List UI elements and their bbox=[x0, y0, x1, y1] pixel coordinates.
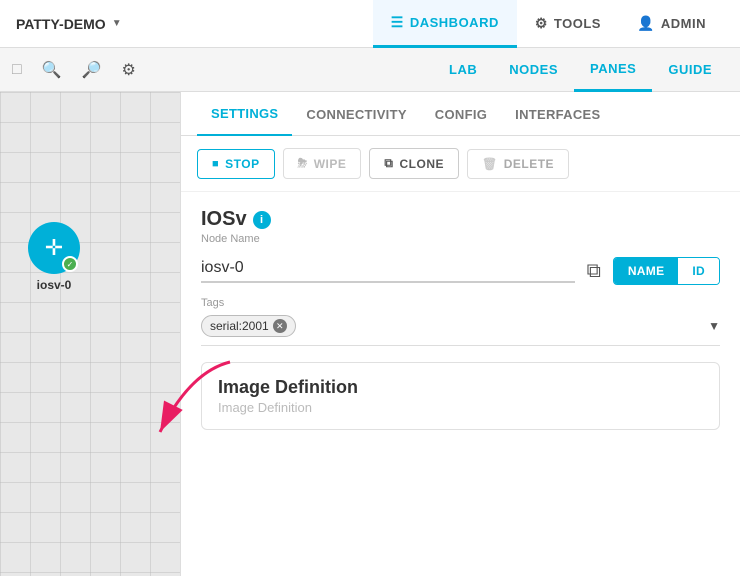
dashboard-icon: ☰ bbox=[391, 14, 404, 31]
nav-dashboard-label: DASHBOARD bbox=[410, 15, 499, 30]
nav-tools[interactable]: ⚙ TOOLS bbox=[517, 0, 619, 48]
image-def-section: Image Definition Image Definition bbox=[201, 362, 720, 430]
node-status-badge bbox=[62, 256, 78, 272]
brand-label: PATTY-DEMO bbox=[16, 16, 106, 32]
node-container: ✛ iosv-0 bbox=[28, 222, 80, 292]
node-name-label: Node Name bbox=[201, 233, 720, 245]
zoom-in-icon[interactable]: 🔎 bbox=[82, 60, 102, 80]
panel: SETTINGS CONNECTIVITY CONFIG INTERFACES … bbox=[180, 92, 740, 576]
brand[interactable]: PATTY-DEMO ▼ bbox=[16, 16, 122, 32]
tag-label: serial:2001 bbox=[210, 319, 269, 333]
delete-icon: 🗑 bbox=[482, 157, 498, 171]
toggle-id-label: ID bbox=[692, 264, 705, 278]
copy-icon[interactable]: ⧉ bbox=[587, 260, 601, 283]
tag-chip: serial:2001 ✕ bbox=[201, 315, 296, 337]
name-input-wrapper bbox=[201, 259, 575, 283]
brand-chevron-icon: ▼ bbox=[112, 18, 122, 29]
nav-admin[interactable]: 👤 ADMIN bbox=[619, 0, 724, 48]
clone-icon: ⧉ bbox=[384, 156, 393, 171]
main-area: ✛ iosv-0 SETTINGS CONNECTIVITY bbox=[0, 92, 740, 576]
tab-lab-label: LAB bbox=[449, 62, 477, 77]
name-field-row: ⧉ NAME ID bbox=[201, 257, 720, 285]
toggle-name-button[interactable]: NAME bbox=[614, 258, 679, 284]
image-def-title: Image Definition bbox=[218, 377, 703, 398]
frame-icon[interactable]: □ bbox=[12, 61, 22, 79]
stop-button[interactable]: ■ STOP bbox=[197, 149, 275, 179]
info-icon[interactable]: i bbox=[253, 211, 271, 229]
delete-label: DELETE bbox=[504, 157, 554, 171]
node-name-input[interactable] bbox=[201, 259, 575, 277]
wipe-label: WIPE bbox=[314, 157, 347, 171]
wipe-icon: ⛈ bbox=[298, 156, 308, 171]
tab-lab[interactable]: LAB bbox=[433, 48, 493, 92]
settings-icon[interactable]: ⚙ bbox=[122, 60, 136, 80]
tab-interfaces-label: INTERFACES bbox=[515, 107, 600, 122]
tab-panes[interactable]: PANES bbox=[574, 48, 652, 92]
tab-config-label: CONFIG bbox=[435, 107, 487, 122]
admin-icon: 👤 bbox=[637, 15, 655, 32]
delete-button[interactable]: 🗑 DELETE bbox=[467, 149, 569, 179]
tags-row: serial:2001 ✕ ▼ bbox=[201, 315, 720, 346]
tab-settings-label: SETTINGS bbox=[211, 106, 278, 121]
tab-config[interactable]: CONFIG bbox=[421, 92, 501, 136]
tags-label: Tags bbox=[201, 297, 720, 309]
tag-close-button[interactable]: ✕ bbox=[273, 319, 287, 333]
tab-connectivity-label: CONNECTIVITY bbox=[306, 107, 406, 122]
node-type-title: IOSv bbox=[201, 208, 247, 231]
top-nav: PATTY-DEMO ▼ ☰ DASHBOARD ⚙ TOOLS 👤 ADMIN bbox=[0, 0, 740, 48]
tab-interfaces[interactable]: INTERFACES bbox=[501, 92, 614, 136]
clone-button[interactable]: ⧉ CLONE bbox=[369, 148, 459, 179]
tab-panes-label: PANES bbox=[590, 61, 636, 76]
stop-icon: ■ bbox=[212, 158, 219, 170]
tools-icon: ⚙ bbox=[535, 15, 548, 32]
tags-section: Tags serial:2001 ✕ ▼ bbox=[201, 297, 720, 346]
canvas[interactable]: ✛ iosv-0 bbox=[0, 92, 180, 576]
tags-dropdown-icon[interactable]: ▼ bbox=[708, 319, 720, 333]
clone-label: CLONE bbox=[399, 157, 444, 171]
image-def-subtitle: Image Definition bbox=[218, 400, 703, 415]
zoom-out-icon[interactable]: 🔍 bbox=[42, 60, 62, 80]
panel-tabs: SETTINGS CONNECTIVITY CONFIG INTERFACES bbox=[181, 92, 740, 136]
stop-label: STOP bbox=[225, 157, 259, 171]
name-id-toggle: NAME ID bbox=[613, 257, 720, 285]
node-icon[interactable]: ✛ bbox=[28, 222, 80, 274]
tab-nodes[interactable]: NODES bbox=[493, 48, 574, 92]
nav-dashboard[interactable]: ☰ DASHBOARD bbox=[373, 0, 517, 48]
nav-tools-label: TOOLS bbox=[554, 16, 601, 31]
node-label: iosv-0 bbox=[37, 278, 72, 292]
toggle-name-label: NAME bbox=[628, 264, 665, 278]
sub-nav: LAB NODES PANES GUIDE bbox=[433, 48, 728, 92]
panel-actions: ■ STOP ⛈ WIPE ⧉ CLONE 🗑 DELETE bbox=[181, 136, 740, 192]
node-arrows-icon: ✛ bbox=[45, 235, 63, 261]
panel-content: IOSv i Node Name ⧉ NAME ID bbox=[181, 192, 740, 446]
nav-admin-label: ADMIN bbox=[661, 16, 706, 31]
node-title-row: IOSv i bbox=[201, 208, 720, 231]
tab-connectivity[interactable]: CONNECTIVITY bbox=[292, 92, 420, 136]
toggle-id-button[interactable]: ID bbox=[678, 258, 719, 284]
tab-guide[interactable]: GUIDE bbox=[652, 48, 728, 92]
toolbar: □ 🔍 🔎 ⚙ LAB NODES PANES GUIDE bbox=[0, 48, 740, 92]
tab-guide-label: GUIDE bbox=[668, 62, 712, 77]
node-name-section: IOSv i Node Name bbox=[201, 208, 720, 245]
tab-settings[interactable]: SETTINGS bbox=[197, 92, 292, 136]
wipe-button[interactable]: ⛈ WIPE bbox=[283, 148, 362, 179]
tab-nodes-label: NODES bbox=[509, 62, 558, 77]
